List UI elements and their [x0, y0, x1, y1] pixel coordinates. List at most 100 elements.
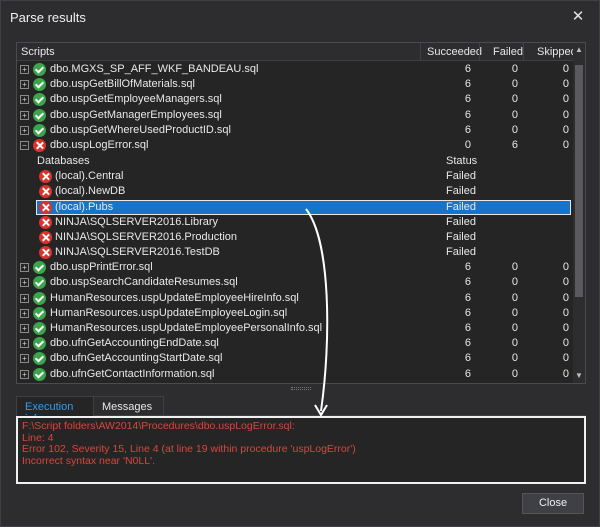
grid-rows: + dbo.MGXS_SP_AFF_WKF_BANDEAU.sql 6 0 0 + dbo.…: [17, 62, 573, 382]
scroll-down-icon[interactable]: ▼: [575, 371, 583, 380]
script-name: dbo.uspGetManagerEmployees.sql: [50, 108, 222, 121]
close-icon[interactable]: ✕: [569, 8, 587, 26]
column-header-succeeded[interactable]: Succeeded: [427, 46, 482, 58]
error-x-icon: [39, 200, 52, 214]
error-line: F:\Script folders\AW2014\Procedures\dbo.…: [22, 420, 295, 432]
script-row[interactable]: + dbo.uspGetWhereUsedProductID.sql 6 0 0: [17, 123, 573, 138]
database-subheader: Databases Status: [17, 153, 573, 169]
expand-icon[interactable]: +: [20, 125, 29, 135]
succeeded-count: 6: [464, 93, 471, 106]
column-divider: [523, 43, 524, 61]
expand-icon[interactable]: +: [20, 293, 29, 303]
scripts-grid[interactable]: Scripts Succeeded Failed Skipped + dbo.MG…: [16, 42, 586, 384]
column-divider: [420, 43, 421, 61]
script-row[interactable]: + dbo.uspPrintError.sql 6 0 0: [17, 260, 573, 275]
scroll-thumb[interactable]: [575, 65, 583, 297]
failed-count: 0: [511, 367, 518, 380]
succeeded-count: 6: [464, 63, 471, 75]
database-row[interactable]: (local).NewDB Failed: [17, 184, 573, 199]
script-row[interactable]: + dbo.uspGetEmployeeManagers.sql 6 0 0: [17, 92, 573, 107]
database-row[interactable]: NINJA\SQLSERVER2016.Library Failed: [17, 215, 573, 230]
database-row[interactable]: NINJA\SQLSERVER2016.TestDB Failed: [17, 245, 573, 260]
selection-highlight: [36, 199, 571, 215]
database-status: Failed: [446, 230, 476, 243]
script-name: HumanResources.uspUpdateEmployeeLogin.sq…: [50, 306, 288, 319]
script-row[interactable]: + HumanResources.uspUpdateEmployeePersona…: [17, 321, 573, 336]
skipped-count: 0: [562, 261, 569, 274]
skipped-count: 0: [562, 337, 569, 350]
column-header-status: Status: [446, 155, 478, 168]
expand-icon[interactable]: +: [20, 263, 29, 273]
success-check-icon: [33, 93, 46, 107]
column-header-skipped[interactable]: Skipped: [537, 46, 577, 58]
script-name: dbo.uspGetWhereUsedProductID.sql: [50, 123, 231, 136]
failed-count: 0: [511, 306, 518, 319]
script-row[interactable]: + HumanResources.uspUpdateEmployeeHireInf…: [17, 291, 573, 306]
expand-icon[interactable]: +: [20, 110, 29, 120]
script-row[interactable]: + dbo.MGXS_SP_AFF_WKF_BANDEAU.sql 6 0 0: [17, 62, 573, 77]
script-row[interactable]: + dbo.ufnGetAccountingEndDate.sql 6 0 0: [17, 336, 573, 351]
database-status: Failed: [446, 215, 476, 228]
script-name: dbo.ufnGetAccountingStartDate.sql: [50, 352, 223, 365]
failed-count: 0: [511, 352, 518, 365]
column-divider: [479, 43, 480, 61]
succeeded-count: 6: [464, 367, 471, 380]
failed-count: 0: [511, 276, 518, 289]
expand-icon[interactable]: +: [20, 80, 29, 90]
vertical-scrollbar[interactable]: ▲ ▼: [573, 43, 585, 383]
succeeded-count: 6: [464, 261, 471, 274]
expand-icon[interactable]: +: [20, 308, 29, 318]
error-x-icon: [39, 230, 52, 244]
database-name: (local).Central: [55, 170, 124, 183]
expand-icon[interactable]: +: [20, 65, 29, 74]
script-name: dbo.uspGetBillOfMaterials.sql: [50, 78, 195, 91]
succeeded-count: 6: [464, 123, 471, 136]
expand-icon[interactable]: +: [20, 278, 29, 288]
error-x-icon: [39, 170, 52, 184]
expand-icon[interactable]: +: [20, 369, 29, 379]
script-row[interactable]: + HumanResources.uspUpdateEmployeeLogin.s…: [17, 306, 573, 321]
script-row[interactable]: + dbo.uspGetManagerEmployees.sql 6 0 0: [17, 108, 573, 123]
failed-count: 0: [511, 322, 518, 334]
database-status: Failed: [446, 200, 476, 213]
script-row[interactable]: + dbo.uspGetBillOfMaterials.sql 6 0 0: [17, 77, 573, 92]
skipped-count: 0: [562, 352, 569, 365]
tab-messages[interactable]: Messages: [94, 396, 164, 416]
error-x-icon: [39, 185, 52, 199]
script-row[interactable]: + dbo.uspSearchCandidateResumes.sql 6 0 0: [17, 275, 573, 290]
scroll-up-icon[interactable]: ▲: [575, 45, 583, 54]
succeeded-count: 6: [464, 352, 471, 365]
error-line: Error 102, Severity 15, Line 4 (at line …: [22, 443, 356, 455]
parse-results-dialog: Parse results ✕ Scripts Succeeded Failed…: [0, 0, 600, 527]
error-line: Incorrect syntax near 'N0LL'.: [22, 454, 155, 467]
success-check-icon: [33, 108, 46, 122]
collapse-icon[interactable]: −: [20, 140, 29, 150]
column-header-failed[interactable]: Failed: [493, 46, 523, 58]
succeeded-count: 6: [464, 306, 471, 319]
script-row[interactable]: − dbo.uspLogError.sql 0 6 0: [17, 138, 573, 153]
error-x-icon: [39, 246, 52, 260]
column-header-scripts[interactable]: Scripts: [21, 46, 55, 58]
database-name: NINJA\SQLSERVER2016.Production: [55, 230, 237, 243]
database-row[interactable]: (local).Central Failed: [17, 169, 573, 184]
database-status: Failed: [446, 246, 476, 259]
script-name: dbo.uspGetEmployeeManagers.sql: [50, 93, 222, 106]
expand-icon[interactable]: +: [20, 354, 29, 364]
expand-icon[interactable]: +: [20, 324, 29, 333]
execution-info-panel: F:\Script folders\AW2014\Procedures\dbo.…: [16, 416, 586, 484]
expand-icon[interactable]: +: [20, 339, 29, 349]
script-row[interactable]: + dbo.ufnGetAccountingStartDate.sql 6 0 0: [17, 351, 573, 366]
expand-icon[interactable]: +: [20, 95, 29, 105]
database-name: NINJA\SQLSERVER2016.TestDB: [55, 246, 220, 259]
database-row[interactable]: (local).Pubs Failed: [17, 199, 573, 215]
skipped-count: 0: [562, 306, 569, 319]
script-row[interactable]: + dbo.ufnGetContactInformation.sql 6 0 0: [17, 367, 573, 382]
database-row[interactable]: NINJA\SQLSERVER2016.Production Failed: [17, 230, 573, 245]
splitter-handle[interactable]: [291, 387, 311, 390]
skipped-count: 0: [562, 93, 569, 106]
skipped-count: 0: [562, 78, 569, 91]
skipped-count: 0: [562, 138, 569, 151]
database-name: NINJA\SQLSERVER2016.Library: [55, 215, 219, 228]
close-button[interactable]: Close: [522, 493, 584, 514]
tab-execution-info[interactable]: Execution info: [16, 396, 94, 425]
